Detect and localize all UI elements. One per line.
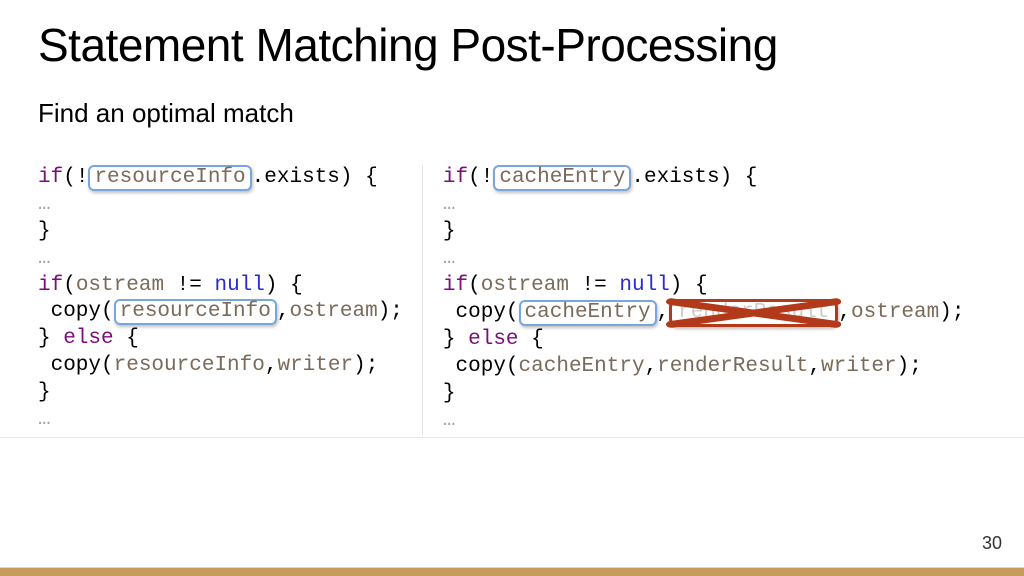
slide-subtitle: Find an optimal match	[38, 98, 986, 129]
slide: Statement Matching Post-Processing Find …	[0, 0, 1024, 576]
punct: (!	[468, 166, 493, 189]
punct: ,	[265, 354, 278, 377]
lit-null: null	[214, 274, 264, 297]
text: copy	[38, 300, 101, 323]
kw-else: else	[63, 327, 113, 350]
text: copy	[443, 301, 506, 324]
punct: .	[252, 166, 265, 189]
boxed-var-left-1: resourceInfo	[88, 165, 251, 191]
kw-if: if	[443, 274, 468, 297]
column-divider	[422, 165, 423, 435]
crossed-out: renderResult	[669, 299, 838, 327]
punct: }	[443, 382, 456, 405]
punct: }	[38, 220, 51, 243]
ellipsis: …	[443, 409, 456, 432]
boxed-var-right-2: cacheEntry	[519, 300, 657, 326]
kw-if: if	[38, 166, 63, 189]
code-block-left: if(!resourceInfo.exists) { … } … if(ostr…	[38, 165, 403, 434]
divider-line	[0, 437, 1024, 438]
punct: (	[101, 354, 114, 377]
punct: }	[38, 327, 63, 350]
text: exists) {	[644, 166, 757, 189]
punct: ,	[645, 355, 658, 378]
cross-icon	[666, 296, 841, 330]
punct: (	[506, 355, 519, 378]
id-ostream: ostream	[851, 301, 939, 324]
id-writer: writer	[821, 355, 897, 378]
id-ostream: ostream	[481, 274, 569, 297]
punct: {	[519, 328, 544, 351]
text: copy	[38, 354, 101, 377]
punct: );	[378, 300, 403, 323]
ellipsis: …	[443, 247, 456, 270]
slide-title: Statement Matching Post-Processing	[38, 18, 986, 72]
ellipsis: …	[38, 408, 51, 431]
footer-bar	[0, 568, 1024, 576]
punct: (!	[63, 166, 88, 189]
id-ostream: ostream	[289, 300, 377, 323]
punct: ,	[277, 300, 290, 323]
code-columns: if(!resourceInfo.exists) { … } … if(ostr…	[38, 165, 986, 435]
id-ostream: ostream	[76, 274, 164, 297]
code-left: if(!resourceInfo.exists) { … } … if(ostr…	[38, 165, 403, 435]
kw-if: if	[443, 166, 468, 189]
text: copy	[443, 355, 506, 378]
page-number: 30	[982, 533, 1002, 554]
punct: );	[939, 301, 964, 324]
punct: (	[468, 274, 481, 297]
ellipsis: …	[38, 247, 51, 270]
punct: ) {	[670, 274, 708, 297]
id-writer: writer	[277, 354, 353, 377]
punct: ) {	[265, 274, 303, 297]
punct: (	[506, 301, 519, 324]
code-right: if(!cacheEntry.exists) { … } … if(ostrea…	[443, 165, 965, 435]
punct: .	[631, 166, 644, 189]
punct: }	[38, 381, 51, 404]
kw-else: else	[468, 328, 518, 351]
id-renderResult: renderResult	[657, 355, 808, 378]
punct: ,	[808, 355, 821, 378]
ellipsis: …	[38, 193, 51, 216]
kw-if: if	[38, 274, 63, 297]
punct: );	[353, 354, 378, 377]
punct: !=	[569, 274, 619, 297]
punct: }	[443, 328, 468, 351]
punct: {	[114, 327, 139, 350]
text: exists) {	[264, 166, 377, 189]
code-block-right: if(!cacheEntry.exists) { … } … if(ostrea…	[443, 165, 965, 435]
lit-null: null	[619, 274, 669, 297]
punct: !=	[164, 274, 214, 297]
id-cacheEntry: cacheEntry	[519, 355, 645, 378]
ellipsis: …	[443, 193, 456, 216]
punct: );	[897, 355, 922, 378]
punct: }	[443, 220, 456, 243]
boxed-var-right-1: cacheEntry	[493, 165, 631, 191]
punct: (	[101, 300, 114, 323]
id-resourceInfo: resourceInfo	[114, 354, 265, 377]
punct: (	[63, 274, 76, 297]
boxed-var-left-2: resourceInfo	[114, 299, 277, 325]
